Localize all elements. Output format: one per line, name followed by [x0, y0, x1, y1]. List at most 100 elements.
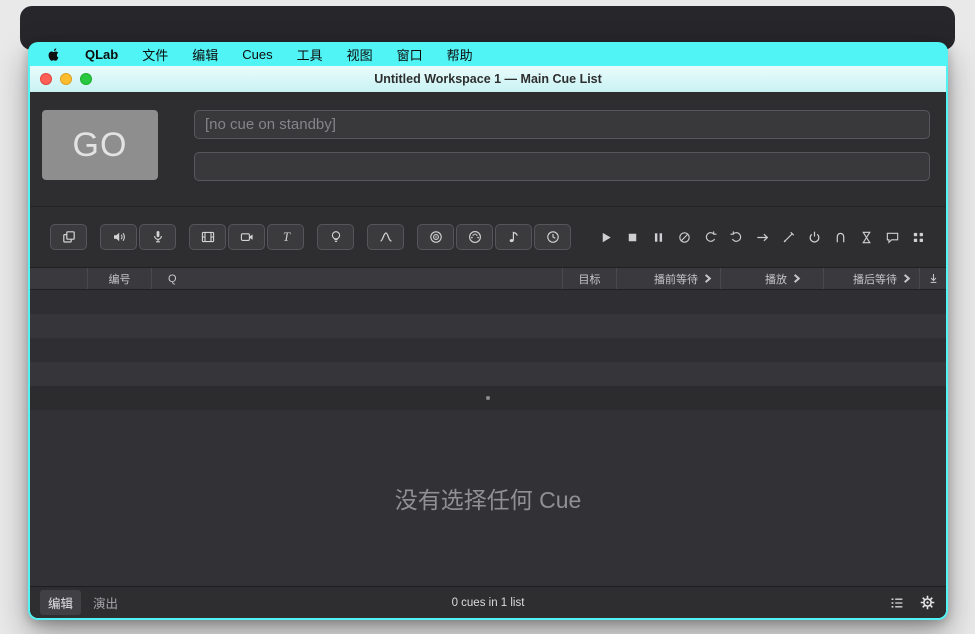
gear-icon	[919, 594, 936, 611]
status-bar: 0 cues in 1 list 编辑 演出	[30, 586, 946, 618]
reset-button[interactable]	[697, 224, 723, 250]
mic-cue-button[interactable]	[139, 224, 176, 250]
pause-button[interactable]	[645, 224, 671, 250]
cart-grid-icon	[911, 230, 926, 245]
standby-section: GO [no cue on standby]	[30, 92, 946, 207]
menu-cues[interactable]: Cues	[242, 47, 272, 62]
midi-cue-button[interactable]	[456, 224, 493, 250]
audio-icon	[111, 229, 127, 245]
video-icon	[200, 229, 216, 245]
column-action[interactable]: 播放	[721, 268, 824, 289]
tab-show-mode[interactable]: 演出	[85, 590, 126, 615]
timecode-cue-button[interactable]	[534, 224, 571, 250]
column-pre-wait[interactable]: 播前等待	[617, 268, 721, 289]
video-cue-group: T	[189, 224, 304, 250]
script-pen-icon	[781, 230, 796, 245]
workspace-settings-button[interactable]	[919, 594, 936, 611]
audio-cue-group	[100, 224, 176, 250]
column-post-wait[interactable]: 播后等待	[824, 268, 920, 289]
play-button[interactable]	[593, 224, 619, 250]
apple-icon	[46, 47, 61, 62]
svg-text:T: T	[283, 230, 291, 244]
title-bar[interactable]: Untitled Workspace 1 — Main Cue List	[30, 66, 946, 92]
group-cue-group	[50, 224, 87, 250]
power-icon	[807, 230, 822, 245]
light-cue-button[interactable]	[317, 224, 354, 250]
arm-button[interactable]	[801, 224, 827, 250]
chevron-right-icon[interactable]	[703, 273, 712, 284]
menu-view[interactable]: 视图	[347, 45, 373, 64]
wait-button[interactable]	[853, 224, 879, 250]
tab-edit-mode[interactable]: 编辑	[40, 590, 81, 615]
transport-tools	[593, 224, 931, 250]
inspector-panel: 没有选择任何 Cue	[30, 410, 946, 586]
apple-menu[interactable]	[46, 47, 61, 62]
cue-list-rows[interactable]	[30, 290, 946, 386]
clock-icon	[545, 229, 561, 245]
stop-button[interactable]	[619, 224, 645, 250]
goto-arrow-icon	[755, 230, 770, 245]
network-cue-button[interactable]	[417, 224, 454, 250]
column-target[interactable]: 目标	[563, 268, 617, 289]
video-cue-button[interactable]	[189, 224, 226, 250]
fade-cue-group	[367, 224, 404, 250]
devamp-button[interactable]	[671, 224, 697, 250]
script-button[interactable]	[775, 224, 801, 250]
menu-bar: QLab 文件 编辑 Cues 工具 视图 窗口 帮助	[28, 42, 948, 66]
menu-app-name[interactable]: QLab	[85, 47, 118, 62]
goto-button[interactable]	[749, 224, 775, 250]
menu-file[interactable]: 文件	[142, 45, 168, 64]
music-cue-button[interactable]	[495, 224, 532, 250]
memo-button[interactable]	[879, 224, 905, 250]
cue-count-summary: 0 cues in 1 list	[30, 597, 946, 609]
pause-icon	[651, 230, 666, 245]
cue-row[interactable]	[30, 314, 946, 338]
cue-toolbar: T	[30, 207, 946, 267]
load-icon	[729, 230, 744, 245]
window-title: Untitled Workspace 1 — Main Cue List	[30, 72, 946, 86]
menu-window[interactable]: 窗口	[397, 45, 423, 64]
group-cue-button[interactable]	[50, 224, 87, 250]
light-icon	[328, 229, 344, 245]
splitter-dot-icon	[486, 396, 490, 400]
menu-edit[interactable]: 编辑	[192, 45, 218, 64]
cue-lists-button[interactable]	[889, 595, 905, 611]
cart-button[interactable]	[905, 224, 931, 250]
standby-cue-field[interactable]: [no cue on standby]	[194, 110, 930, 139]
chevron-right-icon[interactable]	[902, 273, 911, 284]
light-cue-group	[317, 224, 354, 250]
fade-cue-button[interactable]	[367, 224, 404, 250]
standby-fields: [no cue on standby]	[194, 110, 930, 206]
column-status[interactable]	[30, 268, 88, 289]
speech-bubble-icon	[885, 230, 900, 245]
network-icon	[428, 229, 444, 245]
text-icon: T	[278, 229, 294, 245]
cue-row[interactable]	[30, 338, 946, 362]
splitter-handle[interactable]	[30, 386, 946, 410]
menu-help[interactable]: 帮助	[447, 45, 473, 64]
window-body: Untitled Workspace 1 — Main Cue List GO …	[30, 66, 946, 618]
column-number[interactable]: 编号	[88, 268, 152, 289]
column-autoload[interactable]	[920, 268, 946, 289]
fade-icon	[378, 229, 394, 245]
stop-icon	[625, 230, 640, 245]
midi-icon	[467, 229, 483, 245]
menu-tools[interactable]: 工具	[297, 45, 323, 64]
cue-list-header: 编号 Q 目标 播前等待 播放 播后等待	[30, 267, 946, 290]
chevron-right-icon[interactable]	[792, 273, 801, 284]
cue-row[interactable]	[30, 362, 946, 386]
audio-cue-button[interactable]	[100, 224, 137, 250]
disarm-button[interactable]	[827, 224, 853, 250]
download-arrow-icon	[927, 272, 940, 285]
play-icon	[599, 230, 614, 245]
cue-row[interactable]	[30, 290, 946, 314]
no-cue-selected-message: 没有选择任何 Cue	[395, 481, 582, 515]
camera-cue-button[interactable]	[228, 224, 265, 250]
go-button[interactable]: GO	[42, 110, 158, 180]
notes-field[interactable]	[194, 152, 930, 181]
text-cue-button[interactable]: T	[267, 224, 304, 250]
column-q[interactable]: Q	[152, 268, 563, 289]
disarm-icon	[833, 230, 848, 245]
load-button[interactable]	[723, 224, 749, 250]
list-icon	[889, 595, 905, 611]
